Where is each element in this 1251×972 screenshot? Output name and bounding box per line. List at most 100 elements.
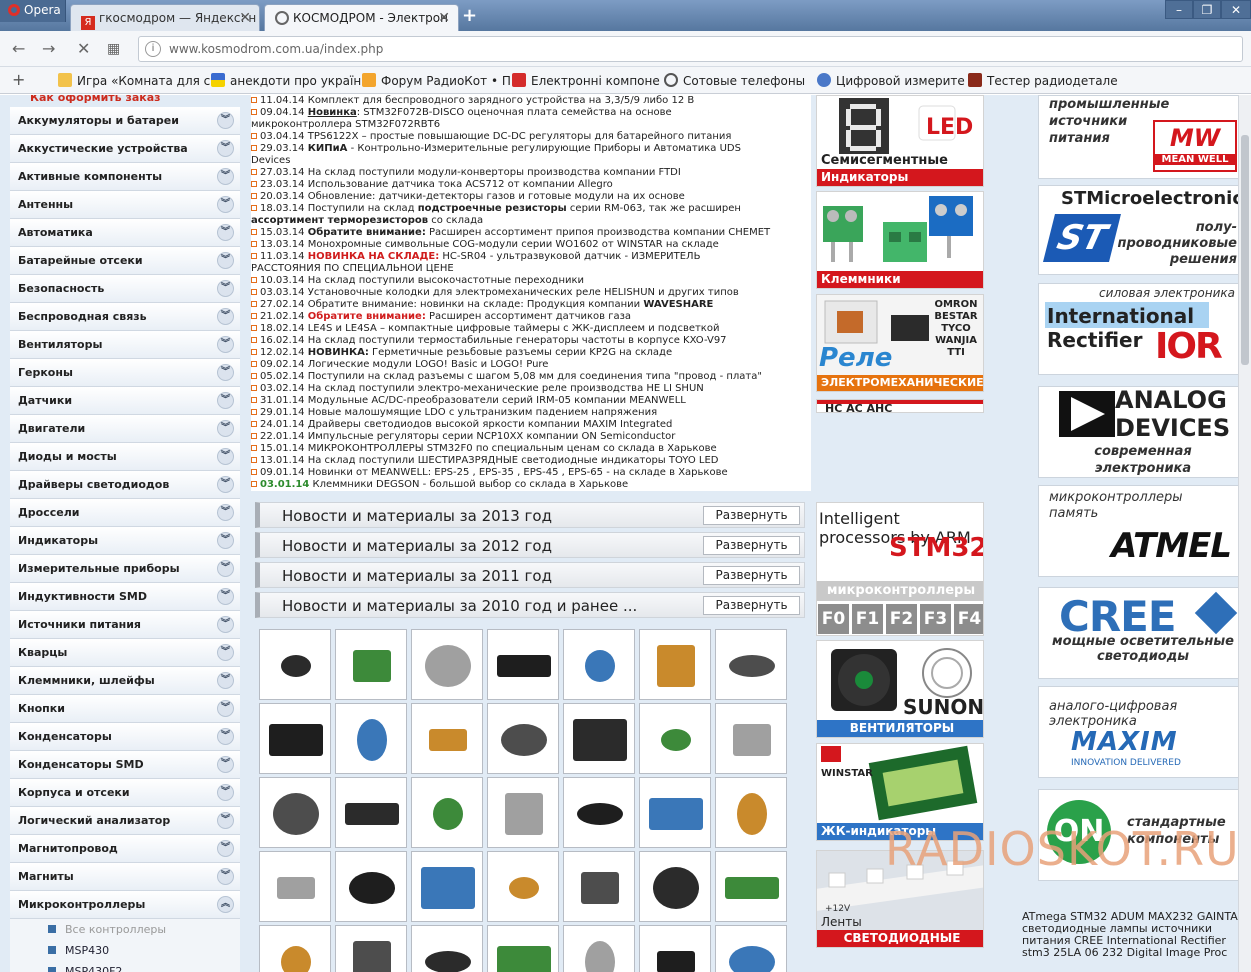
chevron-down-icon[interactable]: ︾: [217, 588, 234, 605]
bookmark-item[interactable]: Тестер радиодетале: [968, 73, 1118, 88]
sidebar-category[interactable]: Индуктивности SMD ︾: [10, 583, 240, 611]
chevron-down-icon[interactable]: ︾: [217, 560, 234, 577]
sidebar-category[interactable]: Безопасность ︾: [10, 275, 240, 303]
news-item[interactable]: 27.03.14 На склад поступили модули-конве…: [251, 167, 811, 179]
stop-icon[interactable]: ✕: [77, 39, 90, 58]
terminal-block-banner[interactable]: Клеммники: [816, 191, 984, 289]
news-item[interactable]: 13.03.14 Монохромные символьные COG-моду…: [251, 239, 811, 251]
close-tab-icon[interactable]: ✕: [438, 10, 450, 26]
news-item[interactable]: 15.03.14 Обратите внимание: Расширен асс…: [251, 227, 811, 239]
cree-banner[interactable]: CREE мощные осветительные светодиоды: [1038, 587, 1246, 679]
relay-banner[interactable]: OMRON BESTAR TYCO WANJIA TTI Реле ЭЛЕКТР…: [816, 294, 984, 392]
chevron-down-icon[interactable]: ︾: [217, 336, 234, 353]
product-thumbnail[interactable]: [259, 777, 331, 848]
news-item[interactable]: ассортимент терморезисторов со склада: [251, 215, 811, 227]
news-item[interactable]: РАССТОЯНИЯ ПО СПЕЦИАЛЬНОЙ ЦЕНЕ: [251, 263, 811, 275]
news-item[interactable]: 24.01.14 Драйверы светодиодов высокой яр…: [251, 419, 811, 431]
sidebar-category[interactable]: Дроссели ︾: [10, 499, 240, 527]
product-thumbnail[interactable]: [487, 777, 559, 848]
product-thumbnail[interactable]: [639, 703, 711, 774]
sidebar-category[interactable]: Автоматика ︾: [10, 219, 240, 247]
sidebar-category[interactable]: Герконы ︾: [10, 359, 240, 387]
sidebar-category[interactable]: Диоды и мосты ︾: [10, 443, 240, 471]
expand-button[interactable]: Развернуть: [703, 506, 800, 525]
chevron-down-icon[interactable]: ︾: [217, 532, 234, 549]
product-thumbnail[interactable]: [259, 703, 331, 774]
chevron-down-icon[interactable]: ︾: [217, 196, 234, 213]
sidebar-category[interactable]: Конденсаторы ︾: [10, 723, 240, 751]
chevron-down-icon[interactable]: ︾: [217, 392, 234, 409]
product-thumbnail[interactable]: [715, 925, 787, 972]
news-item[interactable]: 03.02.14 На склад поступили электро-меха…: [251, 383, 811, 395]
news-item[interactable]: 03.01.14 Клеммники DEGSON - большой выбо…: [251, 479, 811, 491]
atmel-banner[interactable]: микроконтроллеры память ATMEL: [1038, 485, 1246, 577]
news-item[interactable]: 18.02.14 LE4S и LE4SA – компактные цифро…: [251, 323, 811, 335]
product-thumbnail[interactable]: [715, 629, 787, 700]
product-thumbnail[interactable]: [563, 703, 635, 774]
product-thumbnail[interactable]: [335, 777, 407, 848]
expand-button[interactable]: Развернуть: [703, 536, 800, 555]
add-bookmark-icon[interactable]: +: [12, 70, 25, 89]
sidebar-category[interactable]: Магниты ︾: [10, 863, 240, 891]
product-thumbnail[interactable]: [639, 925, 711, 972]
sidebar-category[interactable]: Источники питания ︾: [10, 611, 240, 639]
page-scrollbar[interactable]: [1238, 95, 1251, 972]
chevron-up-icon[interactable]: ︽: [217, 896, 234, 913]
bookmark-item[interactable]: Форум РадиоКот • П: [362, 73, 511, 88]
sidebar-category[interactable]: Логический анализатор ︾: [10, 807, 240, 835]
international-rectifier-banner[interactable]: силовая электроника International Rectif…: [1038, 283, 1246, 375]
seven-segment-banner[interactable]: LED Семисегментные Индикаторы: [816, 95, 984, 187]
news-item[interactable]: 23.03.14 Использование датчика тока ACS7…: [251, 179, 811, 191]
news-item[interactable]: 03.04.14 TPS6122X – простые повышающие D…: [251, 131, 811, 143]
chevron-down-icon[interactable]: ︾: [217, 168, 234, 185]
sidebar-category[interactable]: Двигатели ︾: [10, 415, 240, 443]
back-icon[interactable]: ←: [12, 39, 25, 58]
product-thumbnail[interactable]: [411, 703, 483, 774]
sidebar-category[interactable]: Беспроводная связь ︾: [10, 303, 240, 331]
product-thumbnail[interactable]: [487, 629, 559, 700]
bookmark-item[interactable]: Сотовые телефоны: [664, 73, 805, 88]
chevron-down-icon[interactable]: ︾: [217, 756, 234, 773]
news-item[interactable]: 27.02.14 Обратите внимание: новинки на с…: [251, 299, 811, 311]
site-info-icon[interactable]: i: [145, 41, 161, 57]
bookmark-item[interactable]: анекдоти про україн: [211, 73, 361, 88]
product-thumbnail[interactable]: [639, 851, 711, 922]
order-info-link[interactable]: Как оформить заказ: [10, 95, 240, 107]
product-thumbnail[interactable]: [259, 925, 331, 972]
chevron-down-icon[interactable]: ︾: [217, 644, 234, 661]
news-item[interactable]: 15.01.14 МИКРОКОНТРОЛЛЕРЫ STM32F0 по спе…: [251, 443, 811, 455]
chevron-down-icon[interactable]: ︾: [217, 476, 234, 493]
chevron-down-icon[interactable]: ︾: [217, 728, 234, 745]
product-thumbnail[interactable]: [715, 851, 787, 922]
product-thumbnail[interactable]: [563, 851, 635, 922]
news-item[interactable]: 16.02.14 На склад поступили термостабиль…: [251, 335, 811, 347]
chevron-down-icon[interactable]: ︾: [217, 252, 234, 269]
forward-icon[interactable]: →: [42, 39, 55, 58]
scrollbar-thumb[interactable]: [1241, 135, 1249, 365]
product-thumbnail[interactable]: [335, 703, 407, 774]
product-thumbnail[interactable]: [487, 925, 559, 972]
stm32-family-badge[interactable]: F0: [818, 604, 849, 634]
chevron-down-icon[interactable]: ︾: [217, 868, 234, 885]
news-item[interactable]: 20.03.14 Обновление: датчики-детекторы г…: [251, 191, 811, 203]
sidebar-category[interactable]: Клеммники, шлейфы ︾: [10, 667, 240, 695]
chevron-down-icon[interactable]: ︾: [217, 308, 234, 325]
sidebar-category[interactable]: Конденсаторы SMD ︾: [10, 751, 240, 779]
chevron-down-icon[interactable]: ︾: [217, 812, 234, 829]
bookmark-item[interactable]: Игра «Комната для с: [58, 73, 210, 88]
sidebar-category[interactable]: Кварцы ︾: [10, 639, 240, 667]
news-item[interactable]: 09.02.14 Логические модули LOGO! Basic и…: [251, 359, 811, 371]
news-item[interactable]: 22.01.14 Импульсные регуляторы серии NCP…: [251, 431, 811, 443]
product-thumbnail[interactable]: [335, 925, 407, 972]
product-thumbnail[interactable]: [335, 629, 407, 700]
news-item[interactable]: микроконтроллера STM32F072RBT6: [251, 119, 811, 131]
sidebar-category[interactable]: Индикаторы ︾: [10, 527, 240, 555]
sidebar-subitem[interactable]: Все контроллеры: [10, 919, 240, 940]
chevron-down-icon[interactable]: ︾: [217, 448, 234, 465]
stm32-family-badge[interactable]: F2: [886, 604, 917, 634]
news-item[interactable]: 09.01.14 Новинки от MEANWELL: EPS-25 , E…: [251, 467, 811, 479]
news-item[interactable]: 03.03.14 Установочные колодки для электр…: [251, 287, 811, 299]
product-thumbnail[interactable]: [411, 925, 483, 972]
chevron-down-icon[interactable]: ︾: [217, 784, 234, 801]
product-thumbnail[interactable]: [639, 629, 711, 700]
